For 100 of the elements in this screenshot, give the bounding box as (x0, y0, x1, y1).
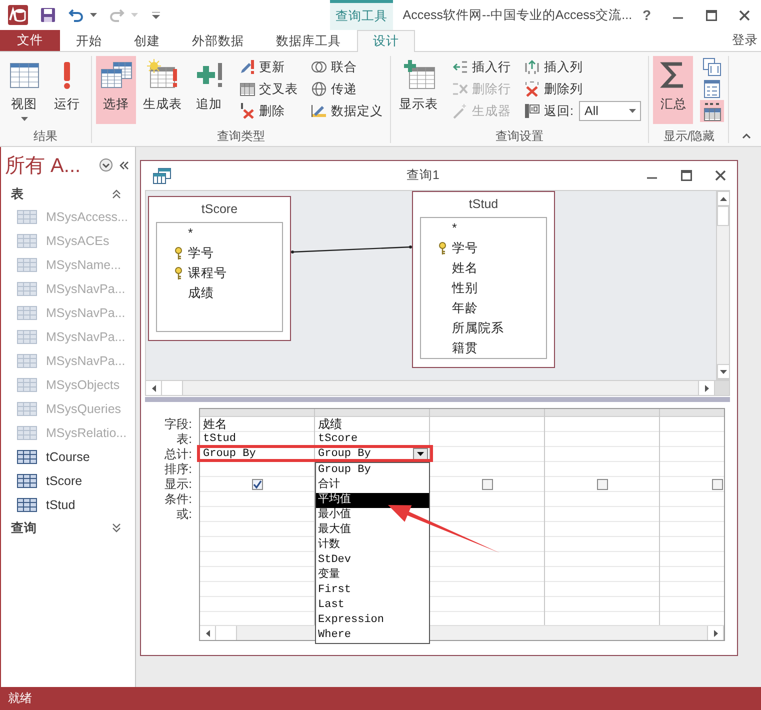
table-item[interactable]: tStud (46, 498, 76, 512)
total-combo[interactable]: Group By (315, 447, 429, 462)
ribbon-button[interactable]: 选择 (96, 56, 136, 124)
group-label: 显示/隐藏 (662, 129, 716, 143)
dropdown-option[interactable]: Expression (316, 613, 429, 628)
ribbon-button[interactable]: 汇总 (653, 56, 694, 124)
ribbon-button[interactable]: 视图 (4, 56, 44, 124)
collapse-chevron-icon[interactable] (112, 189, 121, 199)
dropdown-option[interactable]: 计数 (316, 538, 429, 553)
field-name[interactable]: 籍贯 (452, 340, 478, 356)
show-checkbox[interactable] (596, 478, 608, 490)
field-name[interactable]: * (188, 226, 193, 240)
scroll-thumb[interactable] (162, 381, 183, 395)
ribbon-tab[interactable]: 外部数据 (176, 30, 260, 51)
down-arrow-icon[interactable] (720, 370, 727, 374)
ribbon-tab[interactable]: 开始 (60, 30, 118, 51)
scroll-thumb[interactable] (216, 626, 237, 640)
show-checkbox[interactable] (482, 478, 492, 490)
table-item[interactable]: tCourse (46, 450, 90, 464)
collapse-ribbon-icon[interactable] (742, 133, 751, 139)
table-window[interactable]: tStud * 学号 姓名 性别 年龄 所属院系 籍贯 (412, 191, 555, 368)
field-cell[interactable]: 姓名 (200, 417, 314, 432)
field-name[interactable]: 年龄 (452, 300, 478, 316)
ribbon-tab[interactable]: 数据库工具 (260, 30, 357, 51)
dropdown-option[interactable]: 平均值 (316, 493, 429, 508)
ribbon-button[interactable]: 传递 (308, 78, 386, 100)
maximize-icon (706, 10, 717, 20)
context-tab-label: 查询工具 (330, 0, 393, 30)
dropdown-option[interactable]: 最小值 (316, 508, 429, 523)
row-label: 总计: (164, 447, 193, 462)
query-title: 查询1 (406, 167, 440, 184)
ribbon-button[interactable]: 删除 (236, 100, 301, 122)
dropdown-option[interactable]: Where (316, 628, 429, 643)
dropdown-option[interactable]: StDev (316, 553, 429, 568)
insert-column-icon (524, 59, 540, 75)
caret-icon[interactable] (90, 13, 97, 17)
section-header[interactable]: 表 (11, 186, 24, 202)
up-arrow-icon[interactable] (720, 196, 727, 200)
dropdown-option[interactable]: 最大值 (316, 523, 429, 538)
ribbon-button[interactable]: 删除列 (521, 78, 644, 100)
ribbon-button[interactable]: 插入行 (449, 56, 514, 78)
table-window[interactable]: tScore * 学号 课程号 成绩 (148, 196, 291, 341)
help-button[interactable]: ? (632, 0, 662, 30)
field-name[interactable]: 性别 (452, 280, 478, 296)
database-logo-icon (8, 5, 28, 25)
right-arrow-icon[interactable] (714, 630, 718, 636)
dropdown-option[interactable]: Group By (316, 463, 429, 478)
ribbon-button[interactable]: 追加 (189, 56, 229, 124)
scrollbar-corner (715, 381, 729, 395)
scroll-thumb[interactable] (717, 206, 729, 226)
dropdown-option[interactable]: 变量 (316, 568, 429, 583)
horizontal-scrollbar[interactable] (145, 380, 730, 396)
pencil-exclamation-icon (239, 59, 255, 75)
show-checkbox[interactable] (712, 478, 722, 490)
expand-chevron-icon[interactable] (112, 523, 121, 533)
ribbon-button[interactable]: 更新 (236, 56, 301, 78)
left-arrow-icon[interactable] (152, 384, 156, 392)
field-name[interactable]: 学号 (452, 240, 478, 256)
field-name[interactable]: 成绩 (188, 284, 214, 302)
dropdown-option[interactable]: First (316, 583, 429, 598)
field-name[interactable]: 姓名 (452, 260, 478, 276)
collapse-pane-icon[interactable] (119, 160, 129, 170)
dropdown-button[interactable] (413, 448, 428, 460)
ribbon-tab[interactable]: 设计 (357, 30, 415, 52)
table-cell[interactable]: tScore (315, 432, 429, 447)
ribbon-button[interactable]: 生成表 (139, 56, 186, 124)
left-arrow-icon[interactable] (206, 630, 210, 636)
ribbon-button[interactable]: 插入列 (521, 56, 644, 78)
dropdown-option[interactable]: Last (316, 598, 429, 613)
toggle-button[interactable] (700, 100, 724, 122)
show-checkbox[interactable] (252, 478, 262, 490)
table-title: tStud (468, 196, 500, 213)
field-name[interactable]: 课程号 (188, 264, 227, 282)
grid-icon (239, 81, 255, 97)
vertical-scrollbar[interactable] (716, 190, 730, 380)
right-arrow-icon[interactable] (704, 384, 708, 392)
field-name[interactable]: 所属院系 (452, 320, 504, 336)
field-cell[interactable]: 成绩 (315, 417, 429, 432)
ribbon-button[interactable]: 运行 (47, 56, 87, 124)
sign-in-link[interactable]: 登录 (732, 30, 761, 51)
file-tab[interactable]: 文件 (0, 30, 60, 51)
table-cell[interactable]: tStud (200, 432, 314, 447)
ribbon-button[interactable]: 显示表 (395, 56, 442, 124)
pane-title[interactable]: 所有 A... (5, 152, 93, 178)
section-header[interactable]: 查询 (11, 520, 37, 536)
total-cell[interactable]: Group By (200, 447, 314, 462)
tables-icon (100, 59, 132, 91)
ribbon-button[interactable]: 联合 (308, 56, 386, 78)
field-name[interactable]: 学号 (188, 244, 214, 262)
return-dropdown[interactable]: All (579, 101, 642, 121)
ribbon-button[interactable]: 数据定义 (308, 100, 386, 122)
field-name[interactable]: * (452, 221, 457, 235)
dropdown-option[interactable]: 合计 (316, 478, 429, 493)
undo-icon[interactable] (68, 7, 84, 23)
ribbon-tab[interactable]: 创建 (118, 30, 176, 51)
ribbon-button[interactable]: 交叉表 (236, 78, 301, 100)
dropdown-circle-icon[interactable] (99, 158, 113, 172)
customize-caret-icon[interactable] (152, 12, 160, 18)
table-item[interactable]: tScore (46, 474, 82, 488)
save-icon[interactable] (40, 7, 56, 23)
